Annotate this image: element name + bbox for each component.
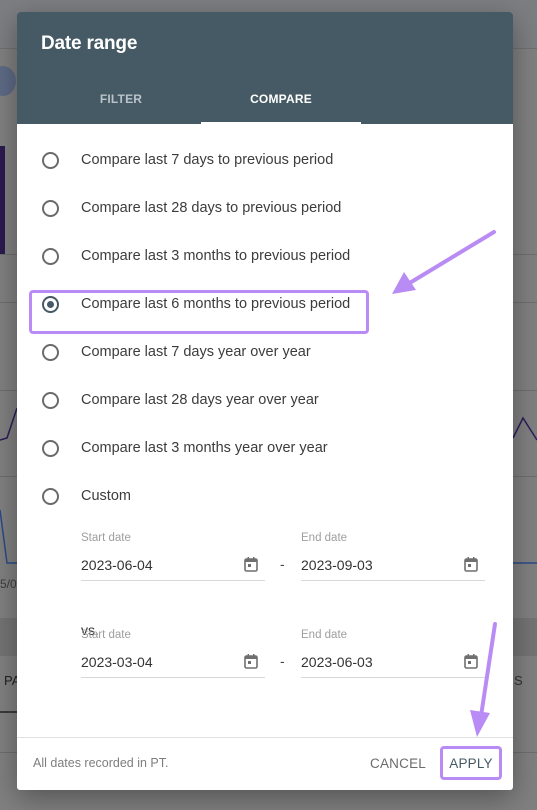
compare-start-date-value: 2023-03-04: [81, 654, 153, 670]
option-last-7-days-previous-period[interactable]: Compare last 7 days to previous period: [17, 136, 513, 184]
option-last-7-days-year-over-year[interactable]: Compare last 7 days year over year: [17, 328, 513, 376]
apply-button[interactable]: APPLY: [440, 746, 502, 780]
dialog-title: Date range: [41, 33, 138, 54]
radio-button[interactable]: [42, 343, 59, 361]
option-label: Compare last 3 months year over year: [81, 440, 328, 456]
radio-button-checked[interactable]: [42, 295, 59, 313]
option-custom[interactable]: Custom: [17, 472, 513, 520]
calendar-icon[interactable]: [463, 653, 479, 669]
calendar-icon[interactable]: [463, 556, 479, 572]
background-tab-label: S: [514, 673, 523, 688]
calendar-icon[interactable]: [243, 556, 259, 572]
option-last-28-days-previous-period[interactable]: Compare last 28 days to previous period: [17, 184, 513, 232]
calendar-icon[interactable]: [243, 653, 259, 669]
compare-end-date-label: End date: [301, 629, 348, 641]
end-date-label: End date: [301, 532, 348, 544]
radio-button[interactable]: [42, 439, 59, 457]
option-label: Compare last 6 months to previous period: [81, 296, 351, 312]
dialog-tabs: FILTER COMPARE: [17, 74, 513, 124]
start-date-value: 2023-06-04: [81, 557, 153, 573]
active-tab-indicator: [201, 122, 361, 124]
end-date-value: 2023-09-03: [301, 557, 373, 573]
date-range-separator: -: [280, 653, 285, 669]
start-date-field[interactable]: 2023-06-04: [81, 552, 265, 581]
radio-button[interactable]: [42, 199, 59, 217]
background-chart-baseline-left: [0, 509, 17, 564]
background-chart-line-left: [0, 407, 18, 441]
option-last-3-months-year-over-year[interactable]: Compare last 3 months year over year: [17, 424, 513, 472]
background-axis-label: 5/0: [0, 577, 17, 591]
dialog-header: Date range FILTER COMPARE: [17, 12, 513, 124]
compare-start-date-label: Start date: [81, 629, 131, 641]
tab-compare[interactable]: COMPARE: [201, 74, 361, 124]
option-last-6-months-previous-period[interactable]: Compare last 6 months to previous period: [17, 280, 513, 328]
end-date-field[interactable]: 2023-09-03: [301, 552, 485, 581]
radio-button[interactable]: [42, 247, 59, 265]
tab-filter[interactable]: FILTER: [41, 74, 201, 124]
date-range-separator: -: [280, 556, 285, 572]
option-label: Compare last 28 days to previous period: [81, 200, 342, 216]
option-label: Custom: [81, 488, 131, 504]
option-label: Compare last 7 days to previous period: [81, 152, 334, 168]
radio-button[interactable]: [42, 391, 59, 409]
option-label: Compare last 3 months to previous period: [81, 248, 351, 264]
date-range-dialog: Date range FILTER COMPARE Compare last 7…: [17, 12, 513, 790]
start-date-label: Start date: [81, 532, 131, 544]
cancel-button[interactable]: CANCEL: [363, 746, 433, 780]
option-last-28-days-year-over-year[interactable]: Compare last 28 days year over year: [17, 376, 513, 424]
radio-button[interactable]: [42, 487, 59, 505]
compare-start-date-field[interactable]: 2023-03-04: [81, 649, 265, 678]
compare-end-date-field[interactable]: 2023-06-03: [301, 649, 485, 678]
compare-end-date-value: 2023-06-03: [301, 654, 373, 670]
option-label: Compare last 7 days year over year: [81, 344, 311, 360]
radio-button[interactable]: [42, 151, 59, 169]
option-label: Compare last 28 days year over year: [81, 392, 319, 408]
timezone-note: All dates recorded in PT.: [33, 756, 169, 770]
background-chart-line-right: [512, 416, 537, 441]
dialog-footer: All dates recorded in PT. CANCEL APPLY: [17, 737, 513, 790]
option-last-3-months-previous-period[interactable]: Compare last 3 months to previous period: [17, 232, 513, 280]
